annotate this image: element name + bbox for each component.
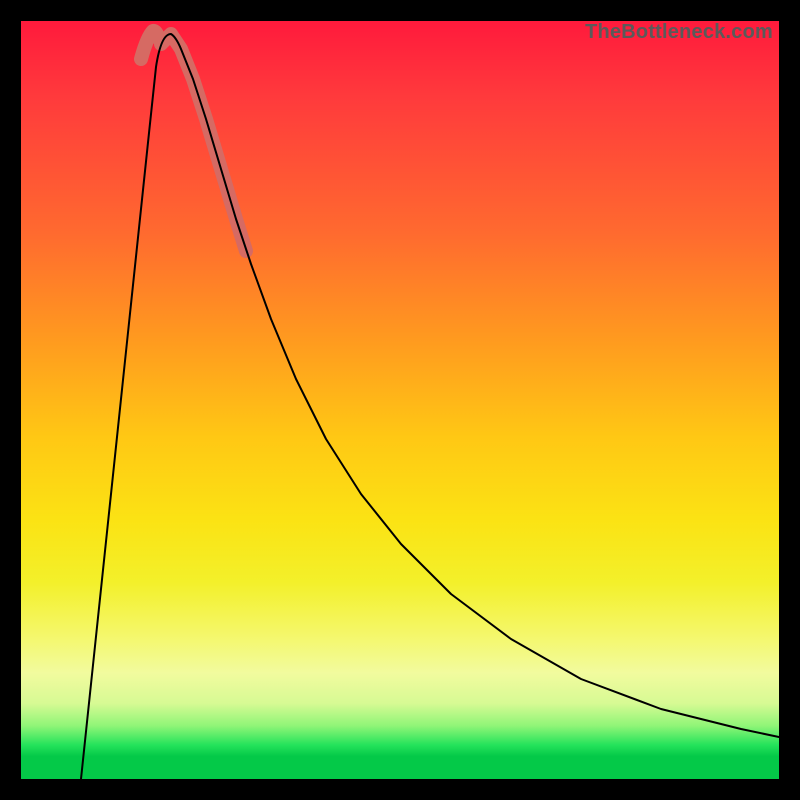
plot-area: TheBottleneck.com xyxy=(21,21,779,779)
highlight-segment xyxy=(161,34,246,251)
curve-layer xyxy=(21,21,779,779)
highlight-hook xyxy=(141,31,159,59)
bottleneck-curve xyxy=(81,34,779,779)
chart-frame: TheBottleneck.com xyxy=(0,0,800,800)
